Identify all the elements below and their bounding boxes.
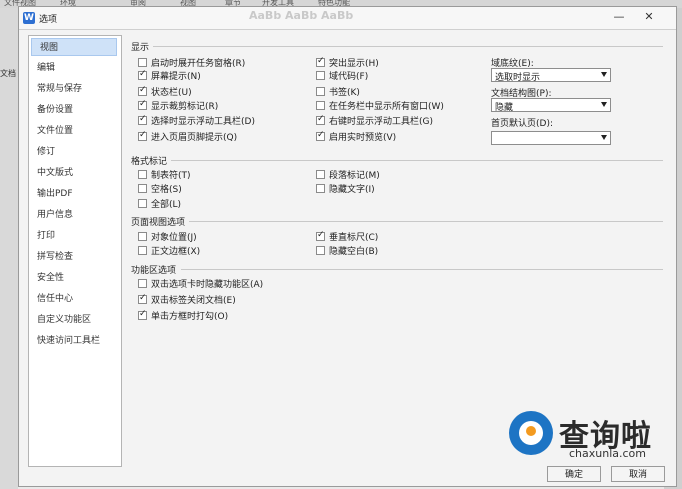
nav-item-trust-center[interactable]: 信任中心 bbox=[29, 290, 117, 308]
checkbox-live-preview[interactable] bbox=[316, 130, 325, 141]
checkbox-crop-marks[interactable] bbox=[138, 99, 147, 110]
checkbox-text-boundaries[interactable] bbox=[138, 246, 147, 255]
section-divider bbox=[153, 46, 663, 47]
checkbox-bookmarks[interactable] bbox=[316, 87, 325, 96]
checkbox-hidden-text[interactable] bbox=[316, 184, 325, 193]
section-divider bbox=[181, 269, 663, 270]
nav-item-file-location[interactable]: 文件位置 bbox=[29, 122, 117, 140]
checkbox-label: 启动时展开任务窗格(R) bbox=[151, 59, 246, 69]
watermark-url: chaxunla.com bbox=[569, 447, 646, 460]
nav-item-print[interactable]: 打印 bbox=[29, 227, 117, 245]
section-title-ribbon-options: 功能区选项 bbox=[131, 266, 177, 276]
chaxunla-logo-icon bbox=[509, 411, 553, 455]
ok-button[interactable]: 确定 bbox=[547, 466, 601, 482]
checkbox-label: 右键时显示浮动工具栏(G) bbox=[329, 117, 433, 127]
checkbox-label: 启用实时预览(V) bbox=[329, 133, 397, 143]
nav-item-output-pdf[interactable]: 输出PDF bbox=[29, 185, 117, 203]
checkbox-taskbar-windows[interactable] bbox=[316, 101, 325, 110]
bg-doc-label: 文档 bbox=[0, 69, 16, 78]
section-title-page-view: 页面视图选项 bbox=[131, 218, 186, 228]
section-title-format-marks: 格式标记 bbox=[131, 157, 168, 167]
checkbox-label: 全部(L) bbox=[151, 200, 182, 210]
checkbox-label: 正文边框(X) bbox=[151, 247, 201, 257]
checkbox-status-bar[interactable] bbox=[138, 85, 147, 96]
background-left-panel: 文档 bbox=[0, 8, 18, 489]
checkbox-screen-tips[interactable] bbox=[138, 69, 147, 80]
nav-item-general-save[interactable]: 常规与保存 bbox=[29, 80, 117, 98]
nav-item-chinese-layout[interactable]: 中文版式 bbox=[29, 164, 117, 182]
chevron-down-icon bbox=[601, 72, 607, 77]
checkbox-vertical-ruler[interactable] bbox=[316, 230, 325, 241]
checkbox-label: 双击选项卡时隐藏功能区(A) bbox=[151, 280, 264, 290]
checkbox-click-to-check[interactable] bbox=[138, 309, 147, 320]
wps-writer-icon: W bbox=[23, 12, 35, 24]
checkbox-spaces[interactable] bbox=[138, 184, 147, 193]
checkbox-all-marks[interactable] bbox=[138, 199, 147, 208]
checkbox-object-anchors[interactable] bbox=[138, 232, 147, 241]
nav-item-view[interactable]: 视图 bbox=[31, 38, 117, 56]
checkbox-paragraph-marks[interactable] bbox=[316, 170, 325, 179]
section-divider bbox=[171, 160, 663, 161]
checkbox-label: 域代码(F) bbox=[329, 72, 369, 82]
checkbox-label: 单击方框时打勾(O) bbox=[151, 312, 229, 322]
select-value: 隐藏 bbox=[495, 103, 514, 113]
checkbox-label: 隐藏文字(I) bbox=[329, 185, 375, 195]
nav-item-spellcheck[interactable]: 拼写检查 bbox=[29, 248, 117, 266]
section-divider bbox=[189, 221, 663, 222]
checkbox-dblclick-hide-ribbon[interactable] bbox=[138, 279, 147, 288]
checkbox-header-footer-hint[interactable] bbox=[138, 130, 147, 141]
checkbox-label: 进入页眉页脚提示(Q) bbox=[151, 133, 238, 143]
checkbox-label: 垂直标尺(C) bbox=[329, 233, 379, 243]
checkbox-tab-chars[interactable] bbox=[138, 170, 147, 179]
checkbox-dblclick-close-tab[interactable] bbox=[138, 293, 147, 304]
checkbox-label: 突出显示(H) bbox=[329, 59, 379, 69]
checkbox-label: 对象位置(J) bbox=[151, 233, 197, 243]
checkbox-label: 状态栏(U) bbox=[151, 88, 192, 98]
options-nav-list: 视图 编辑 常规与保存 备份设置 文件位置 修订 中文版式 输出PDF 用户信息… bbox=[28, 35, 122, 467]
checkbox-label: 隐藏空白(B) bbox=[329, 247, 379, 257]
checkbox-expand-task-pane[interactable] bbox=[138, 58, 147, 67]
checkbox-highlight[interactable] bbox=[316, 56, 325, 67]
checkbox-label: 在任务栏中显示所有窗口(W) bbox=[329, 102, 444, 112]
nav-item-user-info[interactable]: 用户信息 bbox=[29, 206, 117, 224]
default-first-page-select[interactable] bbox=[491, 131, 611, 145]
checkbox-label: 显示裁剪标记(R) bbox=[151, 102, 219, 112]
select-value: 选取时显示 bbox=[495, 73, 541, 83]
default-first-page-label: 首页默认页(D): bbox=[491, 119, 553, 129]
checkbox-label: 选择时显示浮动工具栏(D) bbox=[151, 117, 255, 127]
nav-item-edit[interactable]: 编辑 bbox=[29, 59, 117, 77]
nav-item-security[interactable]: 安全性 bbox=[29, 269, 117, 287]
field-shading-select[interactable]: 选取时显示 bbox=[491, 68, 611, 83]
chevron-down-icon bbox=[601, 135, 607, 140]
dialog-titlebar[interactable]: W 选项 AaBb AaBb AaBb — ✕ bbox=[19, 7, 676, 30]
checkbox-label: 空格(S) bbox=[151, 185, 182, 195]
background-style-gallery: AaBb AaBb AaBb bbox=[249, 9, 354, 22]
checkbox-float-toolbar-on-right-click[interactable] bbox=[316, 114, 325, 125]
checkbox-field-codes[interactable] bbox=[316, 71, 325, 80]
cancel-button[interactable]: 取消 bbox=[611, 466, 665, 482]
nav-item-backup[interactable]: 备份设置 bbox=[29, 101, 117, 119]
checkbox-label: 书签(K) bbox=[329, 88, 360, 98]
close-button[interactable]: ✕ bbox=[641, 10, 657, 24]
checkbox-label: 屏幕提示(N) bbox=[151, 72, 201, 82]
nav-item-custom-ribbon[interactable]: 自定义功能区 bbox=[29, 311, 117, 329]
checkbox-label: 制表符(T) bbox=[151, 171, 191, 181]
nav-item-revision[interactable]: 修订 bbox=[29, 143, 117, 161]
checkbox-float-toolbar-on-select[interactable] bbox=[138, 114, 147, 125]
checkbox-hide-whitespace[interactable] bbox=[316, 246, 325, 255]
dialog-title: 选项 bbox=[39, 15, 58, 25]
nav-item-quick-access[interactable]: 快速访问工具栏 bbox=[29, 332, 117, 350]
checkbox-label: 段落标记(M) bbox=[329, 171, 380, 181]
document-map-select[interactable]: 隐藏 bbox=[491, 98, 611, 113]
options-dialog: W 选项 AaBb AaBb AaBb — ✕ 视图 编辑 常规与保存 备份设置… bbox=[18, 6, 677, 487]
section-title-display: 显示 bbox=[131, 43, 150, 53]
minimize-button[interactable]: — bbox=[611, 10, 627, 24]
chevron-down-icon bbox=[601, 102, 607, 107]
checkbox-label: 双击标签关闭文档(E) bbox=[151, 296, 236, 306]
